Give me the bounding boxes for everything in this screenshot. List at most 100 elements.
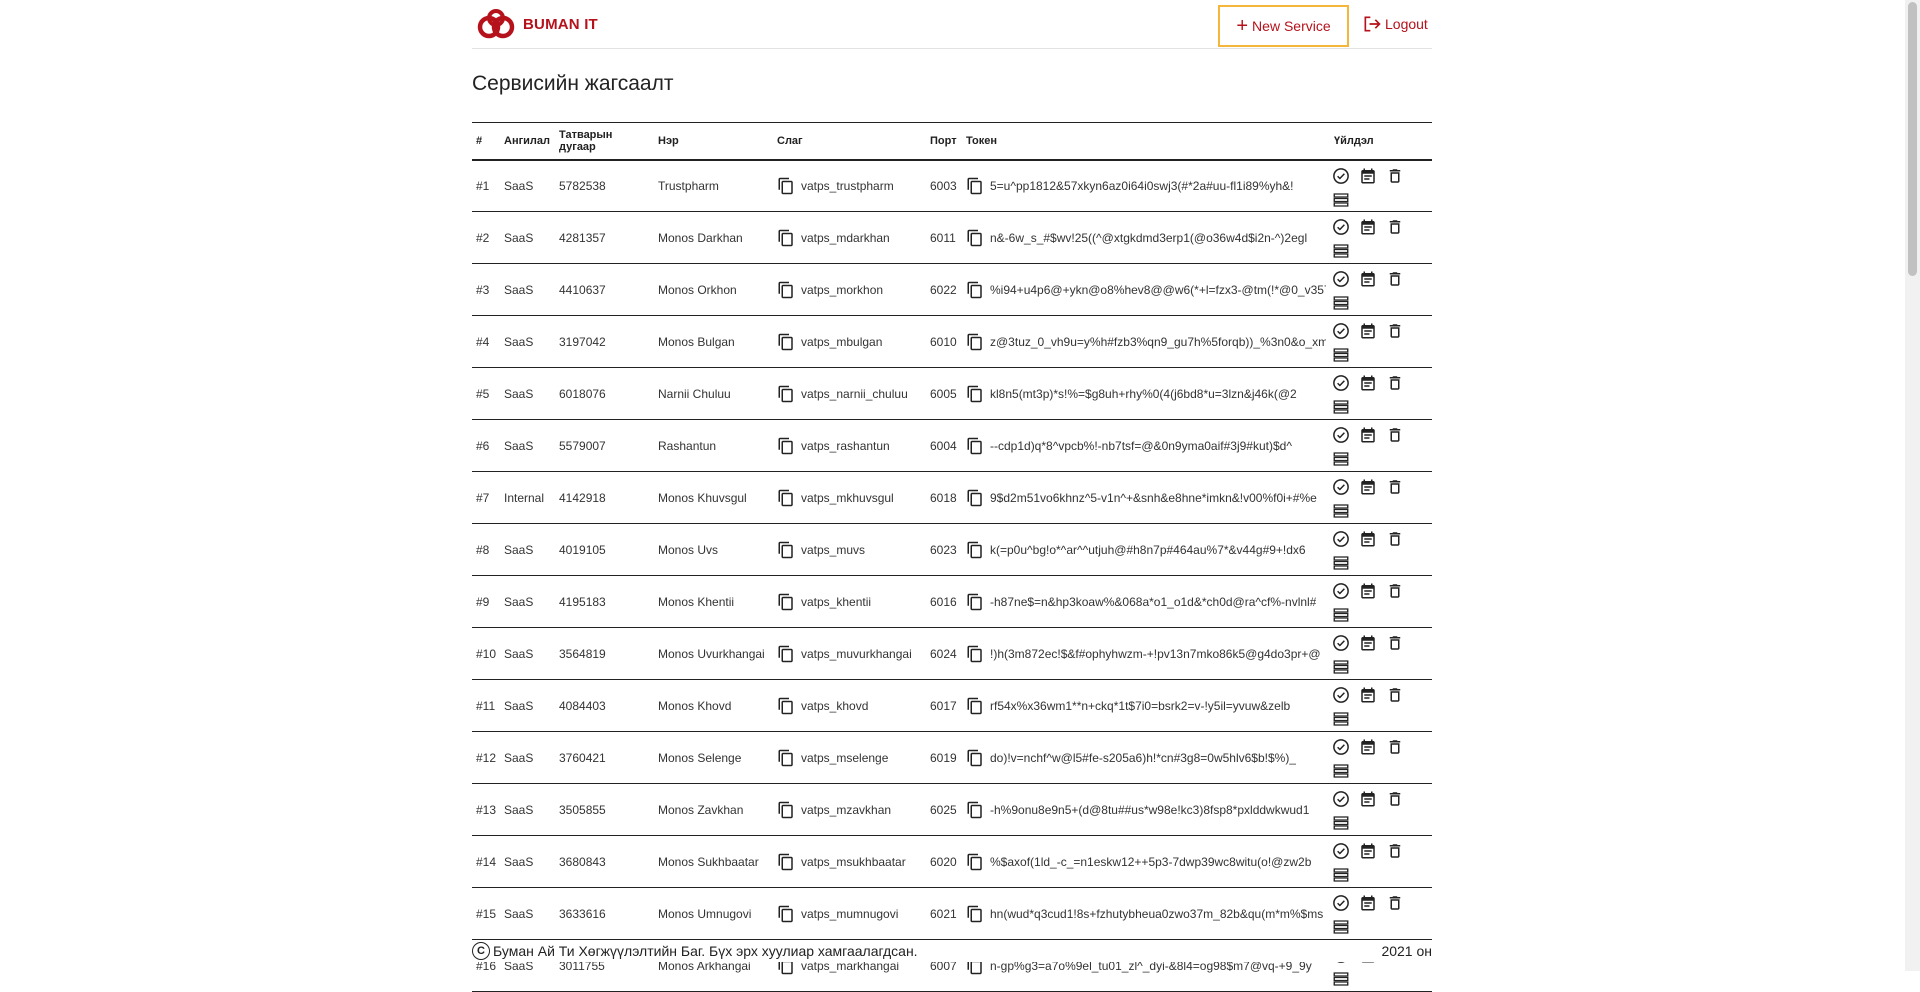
calendar-icon[interactable]: [1359, 842, 1377, 860]
check-circle-icon[interactable]: [1332, 530, 1350, 548]
list-icon[interactable]: [1332, 191, 1350, 209]
list-icon[interactable]: [1332, 710, 1350, 728]
calendar-icon[interactable]: [1359, 478, 1377, 496]
copy-icon[interactable]: [777, 697, 795, 715]
calendar-icon[interactable]: [1359, 426, 1377, 444]
copy-icon[interactable]: [966, 489, 984, 507]
copy-icon[interactable]: [966, 645, 984, 663]
copy-icon[interactable]: [777, 749, 795, 767]
new-service-button[interactable]: + New Service: [1218, 5, 1349, 47]
calendar-icon[interactable]: [1359, 634, 1377, 652]
row-actions: [1330, 888, 1432, 940]
copy-icon[interactable]: [966, 437, 984, 455]
calendar-icon[interactable]: [1359, 738, 1377, 756]
delete-icon[interactable]: [1386, 218, 1404, 236]
copy-icon[interactable]: [777, 853, 795, 871]
copy-icon[interactable]: [966, 697, 984, 715]
list-icon[interactable]: [1332, 398, 1350, 416]
calendar-icon[interactable]: [1359, 167, 1377, 185]
list-icon[interactable]: [1332, 554, 1350, 572]
list-icon[interactable]: [1332, 918, 1350, 936]
calendar-icon[interactable]: [1359, 218, 1377, 236]
copy-icon[interactable]: [777, 437, 795, 455]
check-circle-icon[interactable]: [1332, 582, 1350, 600]
delete-icon[interactable]: [1386, 582, 1404, 600]
copy-icon[interactable]: [777, 281, 795, 299]
calendar-icon[interactable]: [1359, 322, 1377, 340]
delete-icon[interactable]: [1386, 478, 1404, 496]
delete-icon[interactable]: [1386, 790, 1404, 808]
check-circle-icon[interactable]: [1332, 738, 1350, 756]
logout-button[interactable]: Logout: [1362, 14, 1428, 34]
copy-icon[interactable]: [966, 905, 984, 923]
list-icon[interactable]: [1332, 658, 1350, 676]
row-port: 6021: [930, 906, 957, 921]
list-icon[interactable]: [1332, 346, 1350, 364]
calendar-icon[interactable]: [1359, 530, 1377, 548]
delete-icon[interactable]: [1386, 842, 1404, 860]
copy-icon[interactable]: [777, 333, 795, 351]
delete-icon[interactable]: [1386, 322, 1404, 340]
delete-icon[interactable]: [1386, 270, 1404, 288]
check-circle-icon[interactable]: [1332, 374, 1350, 392]
copy-icon[interactable]: [777, 489, 795, 507]
copy-icon[interactable]: [966, 593, 984, 611]
calendar-icon[interactable]: [1359, 790, 1377, 808]
check-circle-icon[interactable]: [1332, 426, 1350, 444]
calendar-icon[interactable]: [1359, 582, 1377, 600]
delete-icon[interactable]: [1386, 894, 1404, 912]
check-circle-icon[interactable]: [1332, 218, 1350, 236]
delete-icon[interactable]: [1386, 634, 1404, 652]
copy-icon[interactable]: [966, 177, 984, 195]
copy-icon[interactable]: [966, 853, 984, 871]
copy-icon[interactable]: [966, 749, 984, 767]
copy-icon[interactable]: [777, 645, 795, 663]
delete-icon[interactable]: [1386, 530, 1404, 548]
delete-icon[interactable]: [1386, 374, 1404, 392]
page-scrollbar[interactable]: [1905, 0, 1920, 971]
copy-icon[interactable]: [966, 333, 984, 351]
check-circle-icon[interactable]: [1332, 167, 1350, 185]
brand-logo[interactable]: BUMAN IT: [476, 8, 598, 40]
copy-icon[interactable]: [966, 281, 984, 299]
list-icon[interactable]: [1332, 762, 1350, 780]
copy-icon[interactable]: [966, 229, 984, 247]
list-icon[interactable]: [1332, 970, 1350, 988]
check-circle-icon[interactable]: [1332, 478, 1350, 496]
delete-icon[interactable]: [1386, 686, 1404, 704]
check-circle-icon[interactable]: [1332, 686, 1350, 704]
copy-icon[interactable]: [777, 229, 795, 247]
check-circle-icon[interactable]: [1332, 842, 1350, 860]
table-row: #10 SaaS 3564819 Monos Uvurkhangai vatps_muv…: [472, 628, 1432, 680]
list-icon[interactable]: [1332, 294, 1350, 312]
check-circle-icon[interactable]: [1332, 894, 1350, 912]
calendar-icon[interactable]: [1359, 894, 1377, 912]
scrollbar-thumb[interactable]: [1908, 2, 1917, 276]
copy-icon[interactable]: [777, 541, 795, 559]
delete-icon[interactable]: [1386, 167, 1404, 185]
check-circle-icon[interactable]: [1332, 790, 1350, 808]
copy-icon[interactable]: [966, 385, 984, 403]
copy-icon[interactable]: [777, 801, 795, 819]
copy-icon[interactable]: [777, 177, 795, 195]
copy-icon[interactable]: [777, 905, 795, 923]
copy-icon[interactable]: [966, 801, 984, 819]
copy-icon[interactable]: [966, 541, 984, 559]
copy-icon[interactable]: [777, 593, 795, 611]
delete-icon[interactable]: [1386, 738, 1404, 756]
list-icon[interactable]: [1332, 814, 1350, 832]
calendar-icon[interactable]: [1359, 686, 1377, 704]
check-circle-icon[interactable]: [1332, 270, 1350, 288]
copy-icon[interactable]: [777, 385, 795, 403]
list-icon[interactable]: [1332, 606, 1350, 624]
calendar-icon[interactable]: [1359, 374, 1377, 392]
list-icon[interactable]: [1332, 242, 1350, 260]
calendar-icon[interactable]: [1359, 270, 1377, 288]
list-icon[interactable]: [1332, 502, 1350, 520]
check-circle-icon[interactable]: [1332, 634, 1350, 652]
row-name: Monos Khuvsgul: [658, 490, 747, 505]
list-icon[interactable]: [1332, 866, 1350, 884]
list-icon[interactable]: [1332, 450, 1350, 468]
check-circle-icon[interactable]: [1332, 322, 1350, 340]
delete-icon[interactable]: [1386, 426, 1404, 444]
